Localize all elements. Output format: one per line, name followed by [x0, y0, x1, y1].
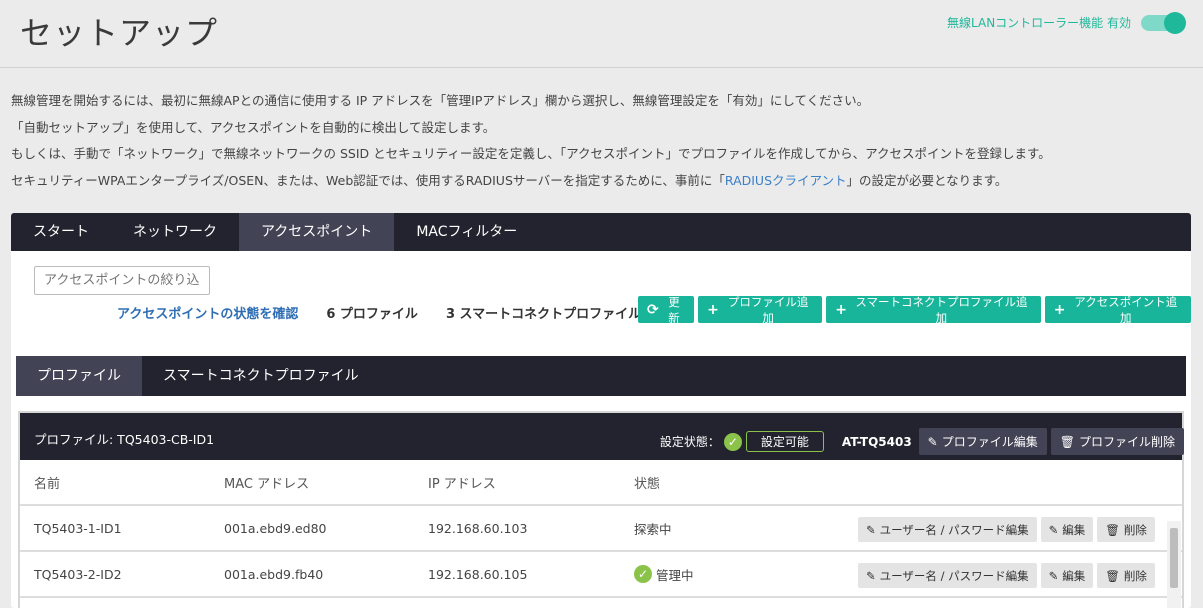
controller-toggle-label: 無線LANコントローラー機能 有効 [947, 16, 1131, 30]
edit-credentials-label: ユーザー名 / パスワード編集 [879, 522, 1029, 537]
check-circle-icon: ✓ [634, 565, 652, 583]
ap-state: 管理中 [656, 567, 694, 583]
toggle-knob [1164, 11, 1186, 34]
smart-profile-count: 3 スマートコネクトプロファイル [445, 307, 642, 322]
tab-network[interactable]: ネットワーク [111, 213, 239, 251]
delete-profile-label: プロファイル削除 [1078, 435, 1175, 449]
pencil-icon: ✎ [927, 434, 938, 449]
row-actions: ✎ ユーザー名 / パスワード編集 ✎ 編集 🗑 削除 [858, 563, 1155, 588]
plus-icon: + [835, 301, 848, 318]
trash-icon: 🗑 [1105, 522, 1120, 537]
check-circle-icon: ✓ [723, 432, 742, 451]
edit-ap-label: 編集 [1062, 568, 1086, 583]
description-line: 「自動セットアップ」を使用して、アクセスポイントを自動的に検出して設定します。 [11, 119, 496, 135]
edit-ap-button[interactable]: ✎ 編集 [1040, 563, 1094, 588]
status-badge: 設定可能 [745, 431, 824, 452]
add-profile-button[interactable]: + プロファイル追加 [698, 294, 823, 325]
row-actions: ✎ ユーザー名 / パスワード編集 ✎ 編集 🗑 削除 [858, 517, 1155, 542]
radius-client-link[interactable]: RADIUSクライアント [725, 173, 847, 188]
profile-card-header: プロファイル: TQ5403-CB-ID1 設定状態： ✓ 設定可能 AT-TQ… [20, 413, 1184, 460]
page-title: セットアップ [20, 14, 219, 52]
delete-ap-button[interactable]: 🗑 削除 [1097, 517, 1155, 542]
controller-toggle-group: 無線LANコントローラー機能 有効 [947, 11, 1186, 34]
ap-state-cell: ✓ 管理中 [634, 565, 814, 584]
col-header-state[interactable]: 状態 [634, 473, 814, 492]
table-row: TQ5403-2-ID2 001a.ebd9.fb40 192.168.60.1… [20, 552, 1182, 598]
edit-credentials-button[interactable]: ✎ ユーザー名 / パスワード編集 [858, 517, 1037, 542]
subtab-smart-profile[interactable]: スマートコネクトプロファイル [142, 356, 380, 396]
description-line: もしくは、手動で「ネットワーク」で無線ネットワークの SSID とセキュリティー… [11, 146, 1051, 161]
col-header-ip[interactable]: IP アドレス [428, 473, 634, 492]
delete-ap-label: 削除 [1123, 568, 1147, 583]
table-row: TQ5403-1-ID1 001a.ebd9.ed80 192.168.60.1… [20, 506, 1182, 552]
edit-ap-button[interactable]: ✎ 編集 [1040, 517, 1094, 542]
edit-profile-label: プロファイル編集 [941, 435, 1038, 449]
description-line: セキュリティーWPAエンタープライズ/OSEN、または、Web認証では、使用する… [11, 168, 1051, 195]
ap-ip: 192.168.60.103 [428, 520, 528, 536]
model-name: AT-TQ5403 [841, 434, 912, 449]
ap-status-link[interactable]: アクセスポイントの状態を確認 [117, 303, 298, 322]
subtab-profile[interactable]: プロファイル [16, 356, 142, 396]
add-access-point-label: アクセスポイント追加 [1074, 294, 1178, 325]
pencil-icon: ✎ [1048, 568, 1059, 583]
refresh-icon: ⟳ [647, 301, 659, 318]
profile-title: プロファイル: TQ5403-CB-ID1 [34, 432, 215, 447]
pencil-icon: ✎ [1048, 522, 1059, 537]
delete-profile-button[interactable]: 🗑 プロファイル削除 [1050, 428, 1184, 455]
delete-ap-label: 削除 [1123, 522, 1147, 537]
edit-credentials-button[interactable]: ✎ ユーザー名 / パスワード編集 [858, 563, 1037, 588]
controller-toggle-switch[interactable] [1141, 11, 1186, 34]
col-header-name[interactable]: 名前 [20, 473, 224, 492]
trash-icon: 🗑 [1105, 568, 1120, 583]
setup-panel: スタート ネットワーク アクセスポイント MACフィルター アクセスポイントの状… [11, 213, 1191, 608]
profile-header-right: 設定状態： ✓ 設定可能 AT-TQ5403 ✎ プロファイル編集 🗑 プロファイル… [660, 428, 1184, 455]
description-line: 無線管理を開始するには、最初に無線APとの通信に使用する IP アドレスを「管理… [11, 93, 870, 108]
description-text: 」の設定が必要となります。 [846, 172, 1008, 188]
profile-subtabs: プロファイル スマートコネクトプロファイル [16, 356, 1186, 396]
pencil-icon: ✎ [866, 522, 876, 537]
ap-state: 探索中 [634, 521, 672, 537]
status-label: 設定状態： [659, 435, 720, 449]
description: 無線管理を開始するには、最初に無線APとの通信に使用する IP アドレスを「管理… [11, 88, 1051, 194]
profile-card: プロファイル: TQ5403-CB-ID1 設定状態： ✓ 設定可能 AT-TQ… [18, 411, 1184, 608]
ap-name: TQ5403-2-ID2 [34, 566, 122, 582]
ap-ip: 192.168.60.105 [428, 566, 528, 582]
title-bar: セットアップ 無線LANコントローラー機能 有効 [0, 0, 1203, 68]
tab-mac-filter[interactable]: MACフィルター [394, 213, 539, 251]
refresh-label: 更新 [668, 294, 680, 325]
action-buttons: ⟳ 更新 + プロファイル追加 + スマートコネクトプロファイル追加 + アクセスポイン… [638, 294, 1191, 325]
add-smart-profile-button[interactable]: + スマートコネクトプロファイル追加 [826, 294, 1041, 325]
ap-filter-input[interactable] [34, 266, 210, 295]
refresh-button[interactable]: ⟳ 更新 [638, 294, 695, 325]
trash-icon: 🗑 [1059, 434, 1075, 449]
description-text: セキュリティーWPAエンタープライズ/OSEN、または、Web認証では、使用する… [11, 172, 725, 188]
edit-profile-button[interactable]: ✎ プロファイル編集 [918, 428, 1047, 455]
tab-access-point[interactable]: アクセスポイント [239, 213, 395, 251]
edit-ap-label: 編集 [1062, 522, 1086, 537]
edit-credentials-label: ユーザー名 / パスワード編集 [879, 568, 1029, 583]
add-access-point-button[interactable]: + アクセスポイント追加 [1044, 294, 1191, 325]
profile-count: 6 プロファイル [326, 307, 418, 322]
table-header: 名前 MAC アドレス IP アドレス 状態 [20, 460, 1182, 506]
scrollbar-thumb[interactable] [1170, 528, 1178, 588]
ap-mac: 001a.ebd9.fb40 [224, 566, 324, 582]
add-smart-profile-label: スマートコネクトプロファイル追加 [855, 294, 1028, 325]
col-header-mac[interactable]: MAC アドレス [224, 473, 428, 492]
ap-name: TQ5403-1-ID1 [34, 520, 122, 536]
ap-mac: 001a.ebd9.ed80 [224, 520, 327, 536]
main-tabs: スタート ネットワーク アクセスポイント MACフィルター [11, 213, 1191, 251]
delete-ap-button[interactable]: 🗑 削除 [1097, 563, 1155, 588]
plus-icon: + [707, 301, 719, 318]
add-profile-label: プロファイル追加 [727, 294, 809, 325]
pencil-icon: ✎ [866, 568, 876, 583]
plus-icon: + [1053, 301, 1066, 318]
tab-start[interactable]: スタート [11, 213, 111, 251]
table-scrollbar[interactable] [1167, 521, 1181, 608]
ap-stats: アクセスポイントの状態を確認 6 プロファイル 3 スマートコネクトプロファイル [117, 303, 669, 322]
